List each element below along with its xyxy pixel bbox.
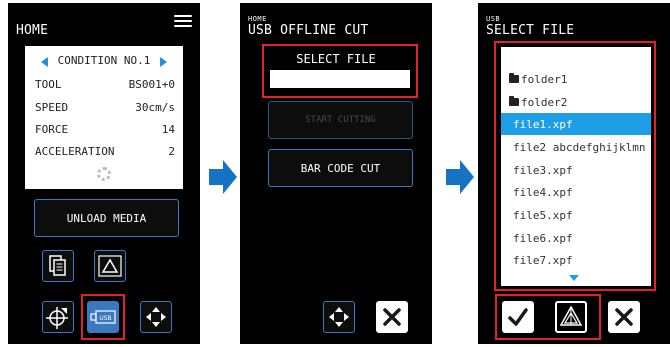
condition-label: SPEED (35, 101, 69, 114)
page-title: SELECT FILE (486, 23, 575, 38)
list-item[interactable]: folder1 (501, 68, 651, 90)
file-name: folder2 (521, 95, 568, 109)
list-item-selected[interactable]: file1.xpf (501, 113, 651, 135)
triangle-icon (98, 255, 122, 277)
copy-icon (49, 255, 66, 276)
shape-button[interactable] (555, 301, 587, 333)
file-name: file7.xpf (513, 253, 573, 267)
triangle-right-icon[interactable] (160, 57, 167, 67)
confirm-button[interactable] (502, 301, 534, 333)
condition-label: TOOL (35, 78, 62, 91)
list-item[interactable]: file7.xpf (501, 249, 651, 271)
move-button[interactable] (323, 301, 355, 333)
list-item[interactable]: file5.xpf (501, 204, 651, 226)
condition-value: 14 (161, 123, 175, 136)
usb-icon-label: USB (99, 315, 111, 322)
origin-button[interactable] (42, 301, 74, 333)
scroll-down-icon[interactable] (569, 275, 579, 281)
condition-value: 2 (168, 145, 175, 158)
bar-code-cut-button[interactable]: BAR CODE CUT (268, 149, 413, 187)
list-item[interactable]: file6.xpf (501, 227, 651, 249)
file-list: folder1 folder2 file1.xpf file2 abcdefgh… (501, 47, 651, 286)
start-cutting-button[interactable]: START CUTTING (268, 101, 413, 139)
usb-button[interactable]: USB (87, 301, 119, 333)
usb-offline-cut-screen: HOME USB OFFLINE CUT SELECT FILE START C… (240, 3, 432, 344)
condition-label: FORCE (35, 123, 69, 136)
close-button[interactable] (376, 301, 408, 333)
file-name: file6.xpf (513, 231, 573, 245)
copy-button[interactable] (42, 250, 74, 282)
flow-arrow-icon (446, 160, 474, 194)
file-name: file1.xpf (513, 117, 573, 131)
folder-icon (509, 96, 519, 106)
origin-crosshair-icon (46, 307, 68, 329)
file-name: file4.xpf (513, 185, 573, 199)
folder-icon (509, 73, 519, 83)
move-arrows-icon (146, 307, 166, 327)
breadcrumb[interactable]: USB (486, 15, 500, 23)
page-title: USB OFFLINE CUT (248, 23, 369, 38)
file-name: file5.xpf (513, 208, 573, 222)
unload-media-button[interactable]: UNLOAD MEDIA (34, 199, 179, 237)
file-name: file3.xpf (513, 163, 573, 177)
close-icon (615, 308, 633, 326)
list-item[interactable]: file2 abcdefghijklmn (501, 136, 651, 158)
condition-value: 30cm/s (135, 101, 175, 114)
move-button[interactable] (140, 301, 172, 333)
home-screen: HOME CONDITION NO.1 TOOL BS001+0 SPEED 3… (8, 3, 200, 344)
file-name: folder1 (521, 72, 568, 86)
list-item[interactable]: file3.xpf (501, 159, 651, 181)
condition-value: BS001+0 (128, 78, 175, 91)
breadcrumb[interactable]: HOME (248, 15, 267, 23)
select-file-label: SELECT FILE (296, 52, 376, 66)
flow-arrow-icon (209, 160, 237, 194)
condition-panel: CONDITION NO.1 TOOL BS001+0 SPEED 30cm/s… (25, 46, 183, 189)
triangle-button[interactable] (94, 250, 126, 282)
list-item[interactable]: folder2 (501, 91, 651, 113)
close-button[interactable] (608, 301, 640, 333)
hamburger-icon[interactable] (174, 15, 192, 27)
close-icon (383, 308, 401, 326)
check-icon (508, 308, 528, 326)
page-title: HOME (16, 23, 49, 38)
move-arrows-icon (329, 307, 349, 327)
file-name: file2 abcdefghijklmn (513, 140, 646, 154)
select-file-field[interactable] (270, 70, 410, 88)
condition-label: ACCELERATION (35, 145, 115, 158)
select-file-screen: USB SELECT FILE folder1 folder2 file1.xp… (478, 3, 670, 344)
usb-icon: USB (90, 310, 116, 324)
shape-icon (559, 305, 583, 326)
gear-icon[interactable] (97, 167, 111, 181)
list-item[interactable]: file4.xpf (501, 181, 651, 203)
